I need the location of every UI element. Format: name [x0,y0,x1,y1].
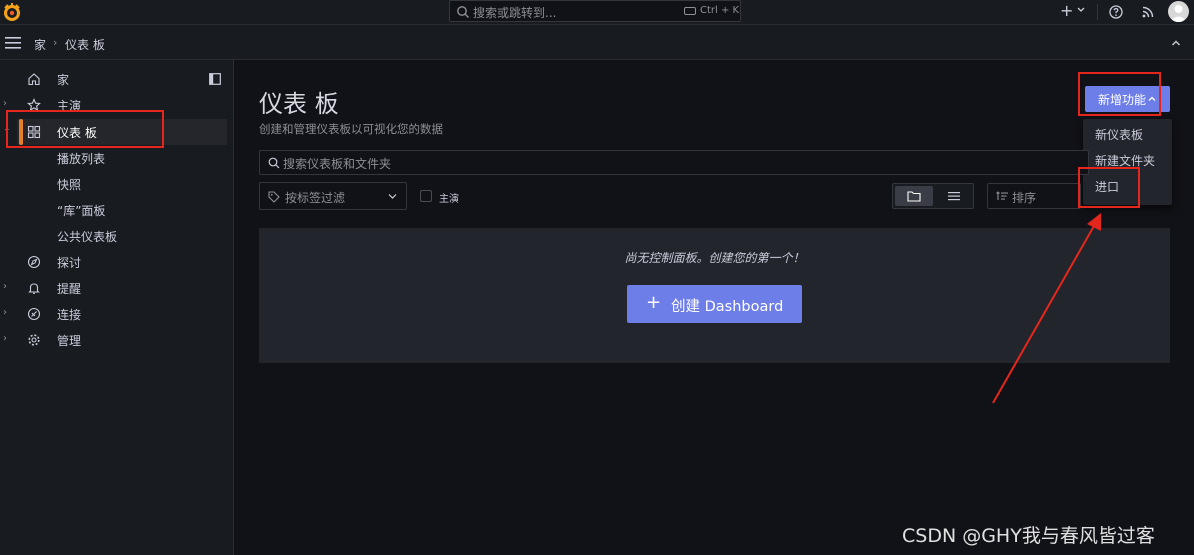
chevron-down-icon [388,194,397,199]
annotation-box-import [1078,167,1140,208]
sidebar-item-label: 提醒 [57,282,82,296]
sidebar-subitem-public-dashboards[interactable]: 公共仪表板 [57,228,117,245]
tag-icon [268,191,280,203]
breadcrumb-current[interactable]: 仪表 板 [65,36,105,53]
tag-filter-select[interactable]: 按标签过滤 [259,182,407,210]
link-icon [27,307,41,321]
list-icon [948,192,960,201]
breadcrumb-bar: 家 › 仪表 板 [0,25,1194,60]
create-dashboard-button[interactable]: + 创建 Dashboard [627,285,802,323]
breadcrumb-home[interactable]: 家 [34,36,46,53]
grafana-logo-icon[interactable] [2,2,22,22]
menu-item-new-dashboard[interactable]: 新仪表板 [1095,126,1143,143]
sort-icon [996,191,1008,200]
list-view-button[interactable] [935,186,973,206]
search-placeholder: 搜索仪表板和文件夹 [283,157,392,171]
page-subtitle: 创建和管理仪表板以可视化您的数据 [259,122,443,136]
keyboard-icon [684,7,696,15]
watermark: CSDN @GHY我与春风皆过客 [902,525,1155,547]
top-bar: 搜索或跳转到... Ctrl + K + [0,0,1194,25]
folder-icon [907,191,921,202]
create-dashboard-label: 创建 Dashboard [671,299,784,315]
sidebar-item-alerting[interactable]: › 提醒 [0,276,228,300]
gear-icon [28,334,40,346]
hamburger-menu-icon[interactable] [5,37,21,49]
folder-view-button[interactable] [895,186,933,206]
compass-icon [27,255,41,269]
divider [1097,4,1098,20]
home-icon [28,73,40,86]
chevron-up-icon[interactable] [1171,39,1181,47]
global-search-input[interactable]: 搜索或跳转到... Ctrl + K [449,0,741,22]
annotation-box-new-button [1078,72,1161,116]
news-feed-icon[interactable] [1140,4,1156,20]
view-toggle [892,183,974,209]
sidebar-item-label: 探讨 [57,256,82,270]
tag-filter-placeholder: 按标签过滤 [285,191,346,205]
user-avatar[interactable] [1168,1,1189,22]
chevron-right-icon[interactable]: › [3,308,9,318]
annotation-arrow-icon [992,213,1101,404]
sidebar-item-home[interactable]: 家 [0,67,228,91]
dashboard-search-input[interactable]: 搜索仪表板和文件夹 [259,150,1089,175]
sidebar-item-administration[interactable]: › 管理 [0,328,228,352]
help-icon[interactable] [1108,4,1124,20]
sidebar-subitem-snapshots[interactable]: 快照 [57,176,81,193]
plus-icon: + [646,292,662,313]
sidebar-subitem-playlists[interactable]: 播放列表 [57,150,105,167]
bell-icon [28,283,40,294]
user-icon [1170,5,1187,22]
page-title: 仪表 板 [259,90,339,118]
chevron-right-icon[interactable]: › [3,282,9,292]
sidebar-item-connections[interactable]: › 连接 [0,302,228,326]
annotation-box-dashboards [6,110,164,148]
sidebar-item-label: 连接 [57,308,82,322]
shortcut-hint: Ctrl + K [700,5,740,16]
sidebar-item-label: 管理 [57,334,82,348]
chevron-right-icon[interactable]: › [3,334,9,344]
sidebar-item-explore[interactable]: 探讨 [0,250,228,274]
chevron-right-icon[interactable]: › [3,99,9,109]
breadcrumb-separator: › [53,36,58,49]
search-placeholder: 搜索或跳转到... [473,6,557,20]
starred-label: 主演 [439,194,459,205]
sidebar-item-label: 家 [57,73,70,87]
search-icon [268,157,280,169]
sidebar-subitem-library-panels[interactable]: “库”面板 [57,202,105,219]
chevron-down-icon[interactable] [1076,4,1086,14]
search-icon [457,6,469,18]
starred-checkbox[interactable] [420,190,432,202]
sort-placeholder: 排序 [1012,191,1037,205]
